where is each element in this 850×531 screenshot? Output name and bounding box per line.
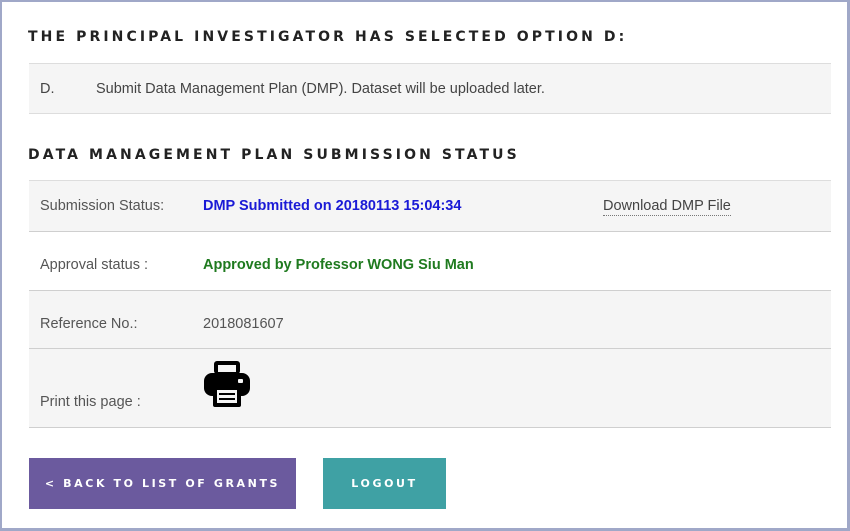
download-dmp-link[interactable]: Download DMP File: [603, 198, 731, 216]
print-row: Print this page :: [29, 349, 831, 428]
approval-status-label: Approval status :: [40, 257, 148, 273]
option-heading: THE PRINCIPAL INVESTIGATOR HAS SELECTED …: [28, 29, 628, 45]
printer-icon[interactable]: [202, 359, 252, 409]
reference-row: Reference No.: 2018081607: [29, 291, 831, 349]
status-heading: DATA MANAGEMENT PLAN SUBMISSION STATUS: [28, 147, 520, 163]
selected-option-box: D. Submit Data Management Plan (DMP). Da…: [29, 63, 831, 114]
submission-status-value: DMP Submitted on 20180113 15:04:34: [203, 198, 462, 214]
approval-status-value: Approved by Professor WONG Siu Man: [203, 257, 474, 273]
submission-status-row: Submission Status: DMP Submitted on 2018…: [29, 181, 831, 232]
option-letter: D.: [40, 81, 55, 97]
option-text: Submit Data Management Plan (DMP). Datas…: [96, 81, 545, 97]
approval-status-row: Approval status : Approved by Professor …: [29, 232, 831, 291]
logout-button[interactable]: LOGOUT: [323, 458, 446, 509]
reference-value: 2018081607: [203, 316, 284, 332]
back-to-list-button[interactable]: < BACK TO LIST OF GRANTS: [29, 458, 296, 509]
status-table: Submission Status: DMP Submitted on 2018…: [29, 180, 831, 428]
reference-label: Reference No.:: [40, 316, 138, 332]
print-label: Print this page :: [40, 394, 141, 410]
submission-status-label: Submission Status:: [40, 198, 165, 214]
page-frame: THE PRINCIPAL INVESTIGATOR HAS SELECTED …: [0, 0, 850, 531]
